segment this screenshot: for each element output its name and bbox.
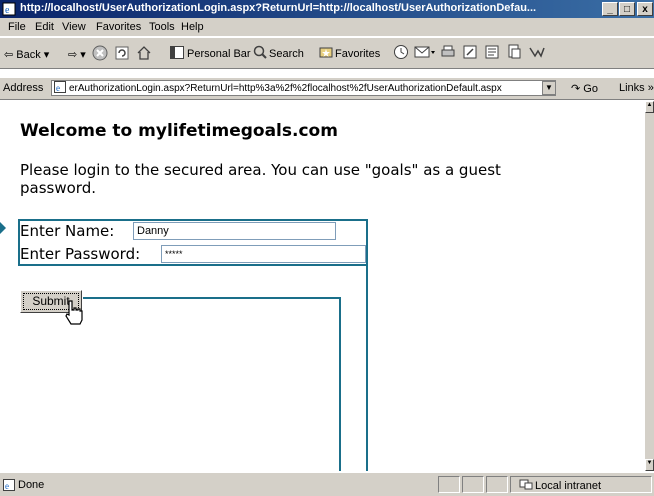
intro-text: Please login to the secured area. You ca… <box>20 161 501 197</box>
status-cell <box>438 476 460 493</box>
menu-help[interactable]: Help <box>181 21 204 33</box>
svg-text:e: e <box>5 481 9 491</box>
favorites-icon <box>319 47 333 58</box>
status-page-icon: e <box>3 479 15 491</box>
search-icon <box>253 45 267 59</box>
go-button[interactable]: ↷ Go <box>571 82 598 95</box>
intranet-icon <box>519 479 533 490</box>
favorites-button[interactable]: Favorites <box>335 48 380 60</box>
mail-icon[interactable] <box>414 44 436 60</box>
status-zone: Local intranet <box>519 479 601 492</box>
address-bar: Address e erAuthorizationLogin.aspx?Retu… <box>0 78 654 100</box>
menu-bar: File Edit View Favorites Tools Help <box>0 18 654 53</box>
messenger-icon[interactable] <box>506 44 522 60</box>
home-icon[interactable] <box>136 45 152 61</box>
name-input[interactable]: Danny <box>133 222 336 240</box>
minimize-button[interactable]: _ <box>602 2 618 16</box>
menu-favorites[interactable]: Favorites <box>96 21 141 33</box>
menu-tools[interactable]: Tools <box>149 21 175 33</box>
go-label: Go <box>583 83 598 95</box>
personal-bar-button[interactable]: Personal Bar <box>187 48 251 60</box>
standard-toolbar: ⇦ Back ▾ ⇨ ▾ Personal Bar Search Favorit… <box>0 37 654 69</box>
name-label: Enter Name: <box>20 222 115 240</box>
history-icon[interactable] <box>392 44 410 60</box>
menu-view[interactable]: View <box>62 21 86 33</box>
maximize-button[interactable]: □ <box>619 2 635 16</box>
links-button[interactable]: Links » <box>619 82 654 94</box>
vertical-scrollbar[interactable]: ▲ ▼ <box>645 101 654 471</box>
page-content: Welcome to mylifetimegoals.com Please lo… <box>0 101 645 471</box>
window-titlebar[interactable]: e http://localhost/UserAuthorizationLogi… <box>0 0 654 18</box>
svg-text:e: e <box>5 5 10 16</box>
address-input[interactable]: e erAuthorizationLogin.aspx?ReturnUrl=ht… <box>51 80 556 96</box>
callout-line-vertical <box>339 297 341 471</box>
refresh-icon[interactable] <box>114 45 130 61</box>
page-icon: e <box>54 81 66 93</box>
callout-line-horizontal <box>83 297 341 299</box>
password-input[interactable]: ***** <box>161 245 366 263</box>
menu-file[interactable]: File <box>8 21 26 33</box>
scroll-down-button[interactable]: ▼ <box>645 459 654 471</box>
related-links-icon[interactable] <box>528 45 546 59</box>
status-zone-label: Local intranet <box>535 480 602 492</box>
edit-icon[interactable] <box>462 44 478 60</box>
status-bar: e Done Local intranet <box>0 472 654 496</box>
hand-cursor-icon <box>65 300 83 325</box>
personal-bar-icon <box>170 46 184 59</box>
svg-text:e: e <box>56 83 60 93</box>
print-icon[interactable] <box>440 44 456 60</box>
scroll-up-button[interactable]: ▲ <box>645 101 654 113</box>
address-value: erAuthorizationLogin.aspx?ReturnUrl=http… <box>69 83 502 94</box>
menu-edit[interactable]: Edit <box>35 21 54 33</box>
window-title: http://localhost/UserAuthorizationLogin.… <box>20 2 537 14</box>
forward-button[interactable]: ⇨ ▾ <box>68 48 86 61</box>
back-button[interactable]: ⇦ Back ▾ <box>4 48 49 61</box>
callout-marker-icon <box>0 222 6 234</box>
search-button[interactable]: Search <box>269 48 304 60</box>
status-cell <box>486 476 508 493</box>
ie-page-icon: e <box>2 2 16 16</box>
status-text: Done <box>18 479 45 491</box>
discuss-icon[interactable] <box>484 44 500 60</box>
status-cell <box>462 476 484 493</box>
password-label: Enter Password: <box>20 245 141 263</box>
callout-line-form <box>366 265 368 471</box>
address-dropdown-button[interactable]: ▼ <box>542 81 556 95</box>
close-button[interactable]: x <box>637 2 653 16</box>
page-heading: Welcome to mylifetimegoals.com <box>20 121 338 141</box>
stop-icon[interactable] <box>92 45 108 61</box>
address-label: Address <box>3 82 44 94</box>
